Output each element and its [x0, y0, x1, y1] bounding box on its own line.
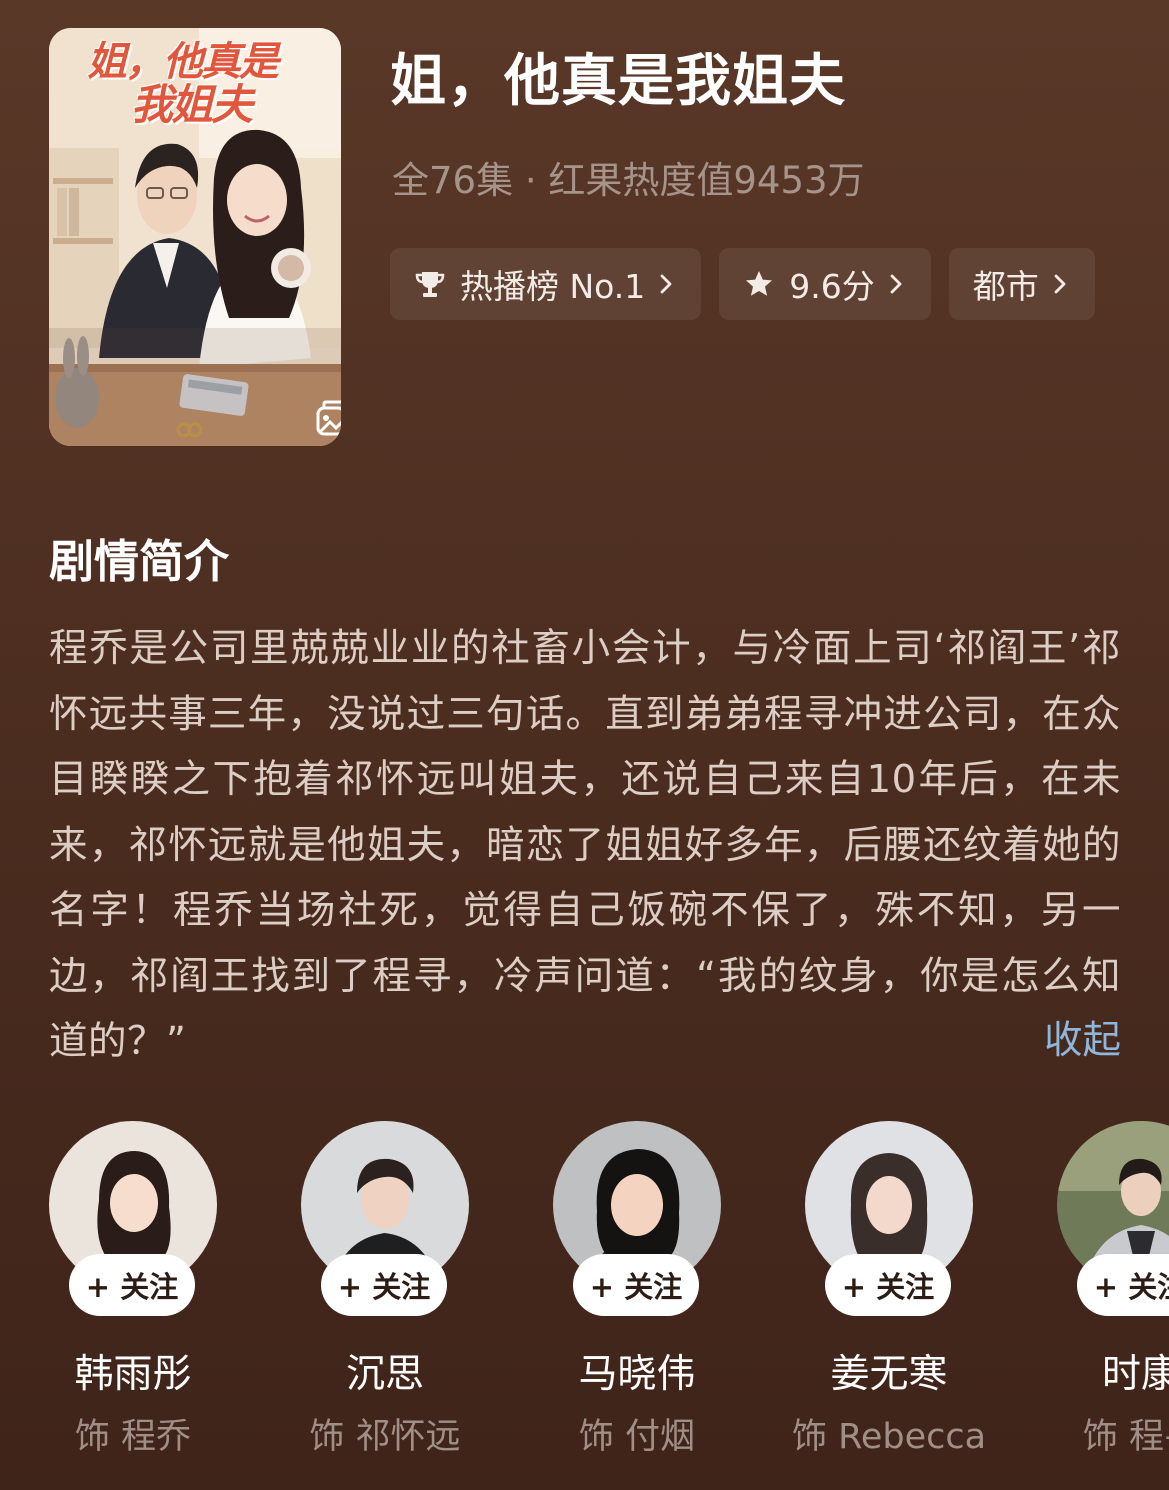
synopsis-heading: 剧情简介 [49, 535, 230, 588]
poster-title-line1: 姐，他真是 [87, 38, 279, 85]
genre-tag[interactable]: 都市 [948, 248, 1095, 320]
cast-role: 饰 程乔 [74, 1417, 192, 1457]
cast-name: 韩雨彤 [74, 1352, 192, 1397]
cast-role: 饰 付烟 [578, 1417, 696, 1457]
follow-button[interactable]: + 关注 [573, 1254, 699, 1316]
star-icon [743, 268, 775, 300]
poster-title-art: 姐，他真是 我姐夫 [87, 42, 297, 126]
drama-poster[interactable]: 姐，他真是 我姐夫 [49, 28, 341, 446]
cast-list[interactable]: + 关注 韩雨彤 饰 程乔 + 关注 沉思 饰 祁怀远 + 关注 马晓伟 饰 付… [49, 1121, 1169, 1461]
ranking-tag[interactable]: 热播榜 No.1 [390, 248, 702, 320]
cast-role: 饰 程寻 [1082, 1417, 1169, 1457]
cast-role: 饰 祁怀远 [309, 1417, 461, 1457]
follow-button[interactable]: + 关注 [1077, 1254, 1169, 1316]
cast-role: 饰 Rebecca [791, 1417, 987, 1457]
poster-title-line2: 我姐夫 [131, 80, 253, 129]
gallery-icon[interactable] [312, 398, 341, 438]
cast-member[interactable]: + 关注 韩雨彤 饰 程乔 [49, 1121, 217, 1457]
genre-tag-label: 都市 [972, 267, 1039, 306]
ranking-tag-label: 热播榜 No.1 [460, 267, 646, 306]
rating-tag[interactable]: 9.6分 [719, 248, 931, 320]
synopsis-text: 程乔是公司里兢兢业业的社畜小会计，与冷面上司‘祁阎王’祁怀远共事三年，没说过三句… [49, 626, 1121, 1064]
follow-button[interactable]: + 关注 [69, 1254, 195, 1316]
cast-member[interactable]: + 关注 马晓伟 饰 付烟 [553, 1121, 721, 1457]
drama-meta: 全76集 · 红果热度值9453万 [392, 159, 865, 202]
trophy-icon [414, 268, 446, 300]
rating-tag-label: 9.6分 [789, 267, 875, 306]
tag-row: 热播榜 No.1 9.6分 都市 [390, 248, 1095, 320]
follow-button[interactable]: + 关注 [321, 1254, 447, 1316]
chevron-right-icon [659, 273, 673, 295]
cast-member[interactable]: + 关注 沉思 饰 祁怀远 [301, 1121, 469, 1457]
collapse-link[interactable]: 收起 [1044, 1013, 1121, 1069]
cast-member[interactable]: + 关注 姜无寒 饰 Rebecca [792, 1121, 986, 1457]
drama-title: 姐，他真是我姐夫 [390, 49, 846, 114]
cast-member[interactable]: + 关注 时康 饰 程寻 [1057, 1121, 1169, 1457]
follow-button[interactable]: + 关注 [825, 1254, 951, 1316]
cast-name: 沉思 [345, 1352, 424, 1397]
cast-name: 时康 [1101, 1352, 1169, 1397]
cast-name: 马晓伟 [578, 1352, 696, 1397]
chevron-right-icon [889, 273, 903, 295]
chevron-right-icon [1053, 273, 1067, 295]
cast-name: 姜无寒 [830, 1352, 948, 1397]
